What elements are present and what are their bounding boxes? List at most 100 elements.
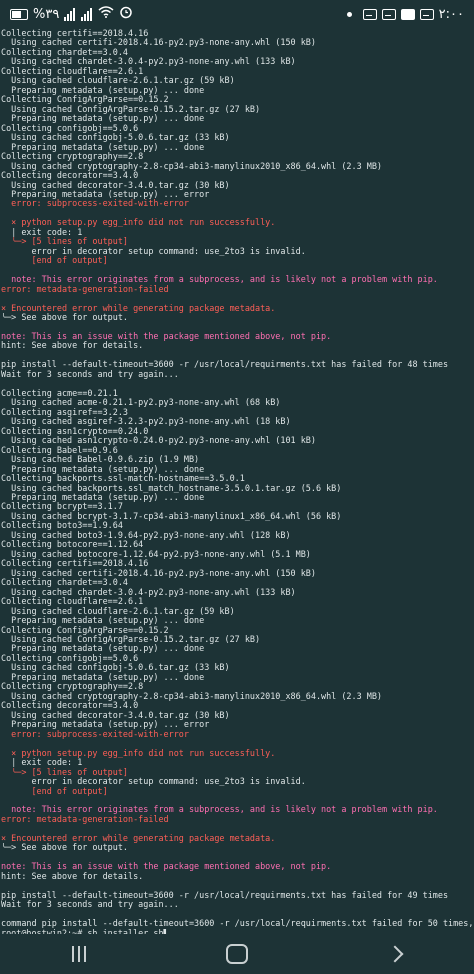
terminal-line: Using cached configobj-5.0.6.tar.gz (33 …	[1, 663, 230, 673]
status-bar: %۳۹ ۲:۰۰	[0, 0, 474, 28]
terminal-line: Using cached ConfigArgParse-0.15.2.tar.g…	[1, 635, 261, 644]
terminal-line: Using cached asgiref-3.2.3-py2.py3-none-…	[1, 417, 291, 427]
terminal-line: hint: See above for details.	[1, 871, 144, 881]
terminal-line: Collecting boto3==1.9.64	[1, 521, 123, 531]
terminal-line: Using cached certifi-2018.4.16-py2.py3-n…	[1, 38, 316, 48]
terminal-line: ╰─> See above for output.	[1, 313, 128, 323]
terminal-line: ╰─> See above for output.	[1, 843, 128, 853]
terminal-line: Collecting backports.ssl-match-hostname=…	[1, 474, 245, 484]
terminal-line: Using cached cryptography-2.8-cp34-abi3-…	[1, 691, 382, 701]
terminal-line: Using cached bcrypt-3.1.7-cp34-abi3-many…	[1, 511, 342, 521]
terminal-line: Using cached chardet-3.0.4-py2.py3-none-…	[1, 57, 296, 67]
terminal-line: Collecting certifi==2018.4.16	[1, 559, 149, 569]
terminal-line: Using cached decorator-3.4.0.tar.gz (30 …	[1, 710, 230, 720]
terminal-line: pip install --default-timeout=3600 -r /u…	[1, 360, 449, 370]
notification-dot-icon	[346, 11, 352, 17]
terminal-line: Collecting configobj==5.0.6	[1, 123, 139, 133]
terminal-line: Collecting cryptography==2.8	[1, 152, 144, 162]
terminal-line: Collecting cloudflare==2.6.1	[1, 597, 144, 607]
image-icon	[400, 8, 415, 20]
terminal-line: Preparing metadata (setup.py) ... done	[1, 616, 205, 626]
terminal-line: × python setup.py egg_info did not run s…	[1, 748, 276, 758]
terminal-line: Collecting ConfigArgParse==0.15.2	[1, 95, 169, 105]
terminal-line: Using cached backports.ssl_match_hostnam…	[1, 483, 342, 493]
terminal-line: × Encountered error while generating pac…	[1, 303, 276, 313]
clock: ۲:۰۰	[438, 6, 464, 22]
terminal-line: error in decorator setup command: use_2t…	[1, 777, 306, 787]
terminal-line: Preparing metadata (setup.py) ... error	[1, 189, 210, 199]
terminal-line: Using cached configobj-5.0.6.tar.gz (33 …	[1, 133, 230, 143]
battery-icon	[10, 8, 28, 20]
wifi-icon	[98, 6, 114, 22]
terminal-line: ╰─> [5 lines of output]	[1, 237, 128, 247]
terminal-line: Collecting asn1crypto==0.24.0	[1, 426, 149, 436]
terminal-line: Collecting Babel==0.9.6	[1, 445, 118, 455]
terminal-line: Preparing metadata (setup.py) ... done	[1, 644, 205, 654]
terminal-line: error: subprocess-exited-with-error	[1, 199, 189, 209]
mail-2-icon	[381, 8, 396, 20]
terminal-line: Using cached decorator-3.4.0.tar.gz (30 …	[1, 180, 230, 190]
terminal-line: Collecting bcrypt==3.1.7	[1, 502, 123, 512]
terminal-line: [end of output]	[1, 256, 108, 266]
terminal-line: hint: See above for details.	[1, 341, 144, 351]
terminal-line: error: metadata-generation-failed	[1, 814, 169, 824]
terminal-output[interactable]: Collecting certifi==2018.4.16 Using cach…	[0, 29, 474, 934]
terminal-line: Using cached boto3-1.9.64-py2.py3-none-a…	[1, 530, 291, 540]
terminal-line: Collecting asgiref==3.2.3	[1, 407, 128, 417]
terminal-line: Using cached cloudflare-2.6.1.tar.gz (59…	[1, 76, 235, 86]
navigation-bar	[0, 934, 474, 974]
terminal-line: note: This is an issue with the package …	[1, 332, 332, 341]
mail-3-icon	[419, 8, 434, 20]
terminal-line: command pip install --default-timeout=36…	[1, 919, 474, 929]
terminal-line: Collecting cryptography==2.8	[1, 682, 144, 692]
signal-icon	[64, 7, 76, 21]
terminal-line: Preparing metadata (setup.py) ... done	[1, 672, 205, 682]
terminal-line: Collecting decorator==3.4.0	[1, 171, 139, 181]
terminal-line: Preparing metadata (setup.py) ... done	[1, 114, 205, 124]
back-icon	[386, 945, 404, 963]
terminal-line: error: metadata-generation-failed	[1, 284, 169, 294]
terminal-line: × Encountered error while generating pac…	[1, 833, 276, 843]
alarm-icon	[119, 5, 133, 23]
terminal-line: Using cached Babel-0.9.6.zip (1.9 MB)	[1, 455, 200, 465]
terminal-line: note: This error originates from a subpr…	[1, 275, 438, 285]
signal-2-icon	[81, 7, 93, 21]
terminal-line: │ exit code: 1	[1, 758, 83, 768]
terminal-line: note: This is an issue with the package …	[1, 862, 332, 872]
terminal-line: Wait for 3 seconds and try again...	[1, 369, 179, 379]
terminal-line: Collecting chardet==3.0.4	[1, 47, 128, 57]
terminal-line: Using cached cryptography-2.8-cp34-abi3-…	[1, 161, 382, 171]
terminal-line: Collecting configobj==5.0.6	[1, 653, 139, 663]
terminal-line: [end of output]	[1, 786, 108, 796]
terminal-line: Collecting ConfigArgParse==0.15.2	[1, 625, 169, 635]
terminal-line: Collecting acme==0.21.1	[1, 388, 118, 398]
terminal-line: Collecting chardet==3.0.4	[1, 578, 128, 588]
mail-icon	[362, 8, 377, 20]
terminal-line: Using cached ConfigArgParse-0.15.2.tar.g…	[1, 104, 261, 114]
recent-apps-button[interactable]	[49, 939, 109, 969]
home-button[interactable]	[207, 939, 267, 969]
back-button[interactable]	[365, 939, 425, 969]
recent-apps-icon	[72, 946, 86, 962]
terminal-line: Collecting cloudflare==2.6.1	[1, 66, 144, 76]
terminal-line: Using cached botocore-1.12.64-py2.py3-no…	[1, 549, 311, 559]
terminal-line: Collecting certifi==2018.4.16	[1, 29, 149, 38]
terminal-line: error in decorator setup command: use_2t…	[1, 246, 306, 256]
terminal-line: Using cached chardet-3.0.4-py2.py3-none-…	[1, 587, 296, 597]
terminal-line: Using cached cloudflare-2.6.1.tar.gz (59…	[1, 606, 235, 616]
terminal-line: Wait for 3 seconds and try again...	[1, 900, 179, 910]
terminal-line: Preparing metadata (setup.py) ... done	[1, 85, 205, 95]
home-icon	[226, 944, 248, 964]
terminal-line: │ exit code: 1	[1, 227, 83, 237]
terminal-line: ╰─> [5 lines of output]	[1, 767, 128, 777]
